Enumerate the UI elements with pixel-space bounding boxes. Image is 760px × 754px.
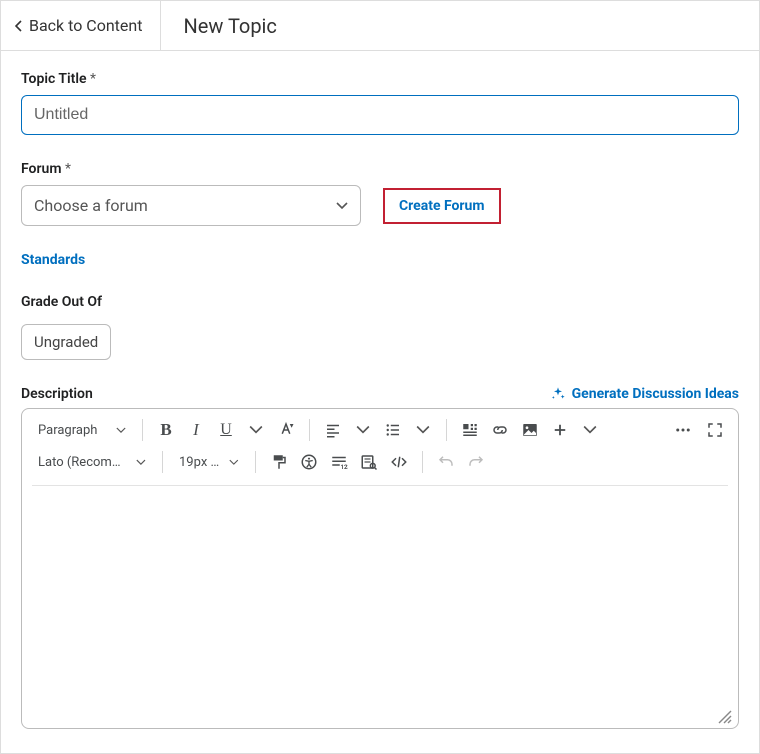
chevron-down-icon <box>116 427 126 434</box>
bullet-list-icon <box>384 421 402 439</box>
forum-select-placeholder: Choose a forum <box>34 196 148 215</box>
fullscreen-button[interactable] <box>702 417 728 443</box>
chevron-down-icon <box>229 459 239 466</box>
link-icon <box>491 421 509 439</box>
separator <box>422 451 423 473</box>
more-actions-button[interactable] <box>670 417 696 443</box>
source-code-button[interactable] <box>386 449 412 475</box>
separator <box>142 419 143 441</box>
svg-text:123: 123 <box>341 464 349 471</box>
accessibility-icon <box>300 453 318 471</box>
code-icon <box>390 453 408 471</box>
font-size-dropdown[interactable]: 19px (... <box>173 449 245 475</box>
editor-toolbar: Paragraph B I U <box>22 409 738 486</box>
resize-icon <box>716 708 732 724</box>
description-header-row: Description Generate Discussion Ideas <box>21 386 739 402</box>
rich-text-editor: Paragraph B I U <box>21 408 739 729</box>
list-button[interactable] <box>380 417 406 443</box>
format-painter-icon <box>270 453 288 471</box>
standards-link[interactable]: Standards <box>21 252 739 268</box>
toolbar-row-1: Paragraph B I U <box>32 417 728 449</box>
chevron-down-icon <box>136 459 146 466</box>
separator <box>446 419 447 441</box>
insert-stuff-icon <box>461 421 479 439</box>
resize-handle[interactable] <box>716 708 732 724</box>
page-header: Back to Content New Topic <box>1 1 759 51</box>
grade-out-of-button[interactable]: Ungraded <box>21 324 111 360</box>
forum-select[interactable]: Choose a forum <box>21 185 361 226</box>
generate-label: Generate Discussion Ideas <box>572 386 739 402</box>
back-to-content-button[interactable]: Back to Content <box>1 1 161 50</box>
ellipsis-icon <box>674 421 692 439</box>
insert-stuff-button[interactable] <box>457 417 483 443</box>
bold-button[interactable]: B <box>153 417 179 443</box>
chevron-down-icon <box>416 423 430 437</box>
generate-discussion-ideas-button[interactable]: Generate Discussion Ideas <box>550 386 739 402</box>
italic-button[interactable]: I <box>183 417 209 443</box>
accessibility-checker-button[interactable] <box>296 449 322 475</box>
underline-button[interactable]: U <box>213 417 239 443</box>
chevron-left-icon <box>15 20 23 32</box>
grade-label: Grade Out Of <box>21 294 739 310</box>
link-button[interactable] <box>487 417 513 443</box>
align-more-button[interactable] <box>350 417 376 443</box>
forum-row: Choose a forum Create Forum <box>21 185 739 226</box>
page-title: New Topic <box>161 14 276 38</box>
new-topic-page: Back to Content New Topic Topic Title * … <box>0 0 760 754</box>
forum-label: Forum * <box>21 161 739 177</box>
image-icon <box>521 421 539 439</box>
more-insert-button[interactable] <box>547 417 573 443</box>
undo-icon <box>437 453 455 471</box>
more-insert-chevron[interactable] <box>577 417 603 443</box>
text-color-icon <box>277 421 295 439</box>
toolbar-right-group <box>670 417 728 443</box>
separator <box>162 451 163 473</box>
word-count-icon: 123 <box>330 453 348 471</box>
chevron-down-icon <box>249 423 263 437</box>
align-left-icon <box>324 421 342 439</box>
paragraph-style-dropdown[interactable]: Paragraph <box>32 417 132 443</box>
topic-title-label: Topic Title * <box>21 71 739 87</box>
undo-button[interactable] <box>433 449 459 475</box>
image-button[interactable] <box>517 417 543 443</box>
preview-button[interactable] <box>356 449 382 475</box>
topic-title-input[interactable] <box>21 95 739 135</box>
align-button[interactable] <box>320 417 346 443</box>
format-painter-button[interactable] <box>266 449 292 475</box>
separator <box>309 419 310 441</box>
create-forum-button[interactable]: Create Forum <box>383 188 501 224</box>
back-label: Back to Content <box>29 16 142 35</box>
redo-icon <box>467 453 485 471</box>
list-more-button[interactable] <box>410 417 436 443</box>
font-family-dropdown[interactable]: Lato (Recomm… <box>32 449 152 475</box>
fullscreen-icon <box>706 421 724 439</box>
description-label: Description <box>21 386 93 402</box>
underline-more-button[interactable] <box>243 417 269 443</box>
chevron-down-icon <box>356 423 370 437</box>
separator <box>255 451 256 473</box>
form-body: Topic Title * Forum * Choose a forum Cre… <box>1 51 759 753</box>
chevron-down-icon <box>583 423 597 437</box>
preview-icon <box>360 453 378 471</box>
plus-icon <box>551 421 569 439</box>
toolbar-row-2: Lato (Recomm… 19px (... <box>32 449 728 486</box>
redo-button[interactable] <box>463 449 489 475</box>
chevron-down-icon <box>336 202 348 210</box>
word-count-button[interactable]: 123 <box>326 449 352 475</box>
text-color-button[interactable] <box>273 417 299 443</box>
editor-content-area[interactable] <box>22 486 738 728</box>
sparkle-icon <box>550 386 566 402</box>
